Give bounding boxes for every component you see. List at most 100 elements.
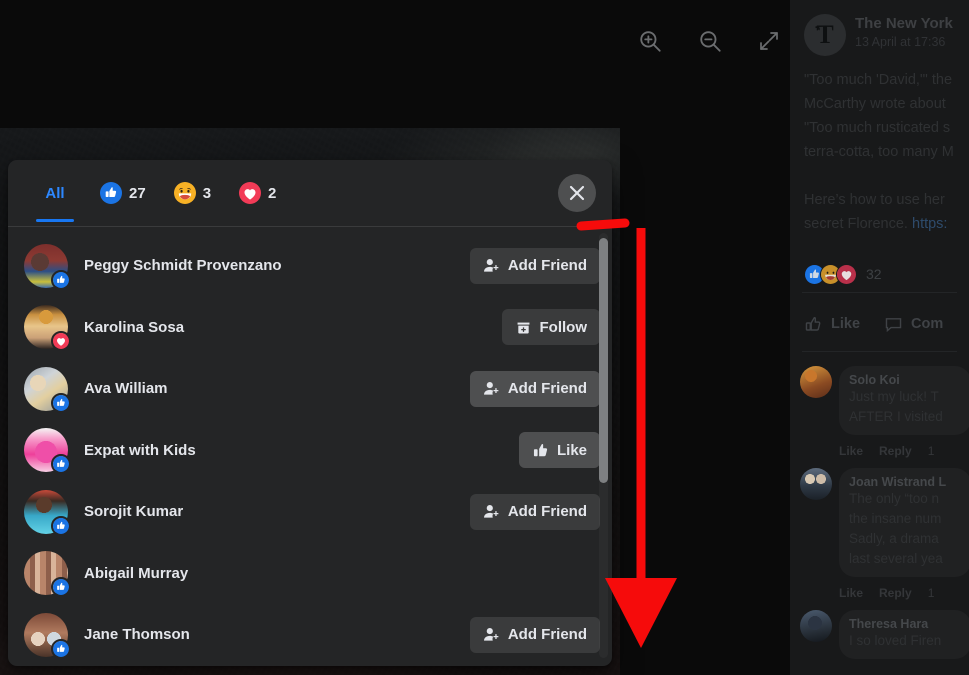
add-friend-icon	[483, 628, 499, 641]
post-author-meta: The New York 13 April at 17:36	[846, 14, 953, 49]
tab-all-label: All	[45, 184, 65, 202]
add-friend-icon	[483, 382, 499, 395]
add-friend-button[interactable]: Add Friend	[469, 370, 600, 407]
list-item[interactable]: Jane Thomson Add Friend	[8, 604, 612, 666]
tab-love-count: 2	[268, 184, 277, 202]
avatar[interactable]	[24, 305, 71, 352]
comment-bubble: Theresa Hara I so loved Firen	[839, 610, 969, 659]
expand-icon[interactable]	[748, 20, 790, 62]
like-label: Like	[556, 441, 587, 459]
post-line: "Too much rusticated s	[804, 120, 951, 136]
post-line-text: secret Florence.	[804, 216, 908, 232]
tab-love[interactable]: 2	[225, 164, 290, 222]
thumbs-up-icon	[533, 443, 548, 456]
love-reaction-icon	[239, 182, 262, 204]
comment-label: Com	[911, 316, 944, 332]
comment-avatar[interactable]	[800, 468, 832, 500]
media-viewer: All 27 3 2 Peggy Schmidt Provenzano Add …	[0, 0, 790, 675]
add-friend-icon	[483, 259, 499, 272]
comment-bubble: Joan Wistrand L The only “too n the insa…	[839, 468, 969, 577]
reaction-count: 32	[866, 266, 882, 282]
post-line: McCarthy wrote about	[804, 96, 946, 112]
reaction-badge-like	[51, 392, 71, 413]
follow-button[interactable]: Follow	[501, 309, 600, 346]
comment-line: I so loved Firen	[849, 633, 942, 648]
post-action-bar: Like Com	[790, 293, 969, 341]
comment-meta: Like Reply 1	[790, 581, 969, 610]
avatar[interactable]	[24, 551, 71, 598]
reactions-dialog: All 27 3 2 Peggy Schmidt Provenzano Add …	[8, 160, 612, 666]
list-item-name: Sorojit Kumar	[84, 503, 184, 521]
comment-button[interactable]: Com	[884, 315, 943, 334]
avatar[interactable]	[24, 612, 71, 659]
reaction-badge-like	[51, 269, 71, 290]
avatar[interactable]	[24, 428, 71, 475]
tab-like[interactable]: 27	[86, 164, 160, 222]
comment-like-button[interactable]: Like	[839, 586, 863, 600]
post-detail-panel: T The New York 13 April at 17:36 "Too mu…	[790, 0, 969, 675]
comment-author[interactable]: Theresa Hara	[849, 617, 961, 631]
avatar[interactable]	[24, 366, 71, 413]
comment-line: the insane num	[849, 511, 942, 526]
reaction-tabs: All 27 3 2	[24, 160, 290, 222]
tab-all[interactable]: All	[24, 164, 86, 222]
reaction-badge-love	[51, 331, 71, 352]
list-item[interactable]: Sorojit Kumar Add Friend	[8, 481, 612, 543]
zoom-out-icon[interactable]	[689, 20, 731, 62]
comments-list: Solo Koi Just my luck! T AFTER I visited…	[790, 352, 969, 659]
reaction-badge-like	[51, 638, 71, 659]
comment-timestamp[interactable]: 1	[928, 444, 935, 458]
comment-author[interactable]: Joan Wistrand L	[849, 475, 961, 489]
comment-avatar[interactable]	[800, 610, 832, 642]
post-reaction-summary[interactable]: 32	[790, 236, 969, 288]
nyt-logo-icon[interactable]: T	[804, 14, 846, 56]
dialog-scrollbar-thumb[interactable]	[599, 238, 608, 483]
list-item[interactable]: Expat with Kids Like	[8, 420, 612, 482]
avatar[interactable]	[24, 489, 71, 536]
add-friend-icon	[483, 505, 499, 518]
dialog-scrollbar[interactable]	[599, 233, 608, 658]
reaction-badge-like	[51, 515, 71, 536]
list-item-name: Abigail Murray	[84, 564, 189, 582]
add-friend-label: Add Friend	[507, 380, 587, 398]
list-item[interactable]: Ava William Add Friend	[8, 358, 612, 420]
comment-reply-button[interactable]: Reply	[879, 444, 912, 458]
comment-reply-button[interactable]: Reply	[879, 586, 912, 600]
like-button[interactable]: Like	[804, 315, 860, 334]
comment-timestamp[interactable]: 1	[928, 586, 935, 600]
comment-like-button[interactable]: Like	[839, 444, 863, 458]
list-item[interactable]: Abigail Murray	[8, 543, 612, 605]
follow-label: Follow	[539, 318, 588, 336]
comment-line: AFTER I visited	[849, 409, 943, 424]
page-name[interactable]: The New York	[855, 15, 953, 32]
avatar[interactable]	[24, 243, 71, 290]
add-friend-button[interactable]: Add Friend	[469, 616, 600, 653]
comment-avatar[interactable]	[800, 366, 832, 398]
list-item[interactable]: Peggy Schmidt Provenzano Add Friend	[8, 235, 612, 297]
comment-bubble: Solo Koi Just my luck! T AFTER I visited	[839, 366, 969, 435]
close-icon[interactable]	[558, 174, 596, 212]
post-timestamp[interactable]: 13 April at 17:36	[855, 35, 953, 49]
list-item[interactable]: Karolina Sosa Follow	[8, 297, 612, 359]
add-friend-label: Add Friend	[507, 503, 587, 521]
comment: Theresa Hara I so loved Firen	[790, 610, 969, 659]
reaction-badge-like	[51, 577, 71, 598]
reactions-list-scroll-area[interactable]: Peggy Schmidt Provenzano Add Friend Karo…	[8, 227, 612, 666]
follow-icon	[517, 322, 529, 334]
love-reaction-icon	[836, 263, 857, 285]
add-friend-button[interactable]: Add Friend	[469, 247, 600, 284]
comment-author[interactable]: Solo Koi	[849, 373, 961, 387]
tab-like-count: 27	[129, 184, 146, 202]
tab-haha[interactable]: 3	[160, 164, 225, 222]
comment-line: Sadly, a drama	[849, 531, 939, 546]
add-friend-button[interactable]: Add Friend	[469, 493, 600, 530]
post-link[interactable]: https:	[912, 216, 947, 232]
post-line: terra-cotta, too many M	[804, 144, 954, 160]
list-item-name: Expat with Kids	[84, 441, 196, 459]
like-button[interactable]: Like	[518, 432, 600, 469]
comment-meta: Like Reply 1	[790, 439, 969, 468]
tab-active-underline	[36, 219, 74, 222]
zoom-in-icon[interactable]	[629, 20, 671, 62]
comment-line: The only “too n	[849, 491, 940, 506]
